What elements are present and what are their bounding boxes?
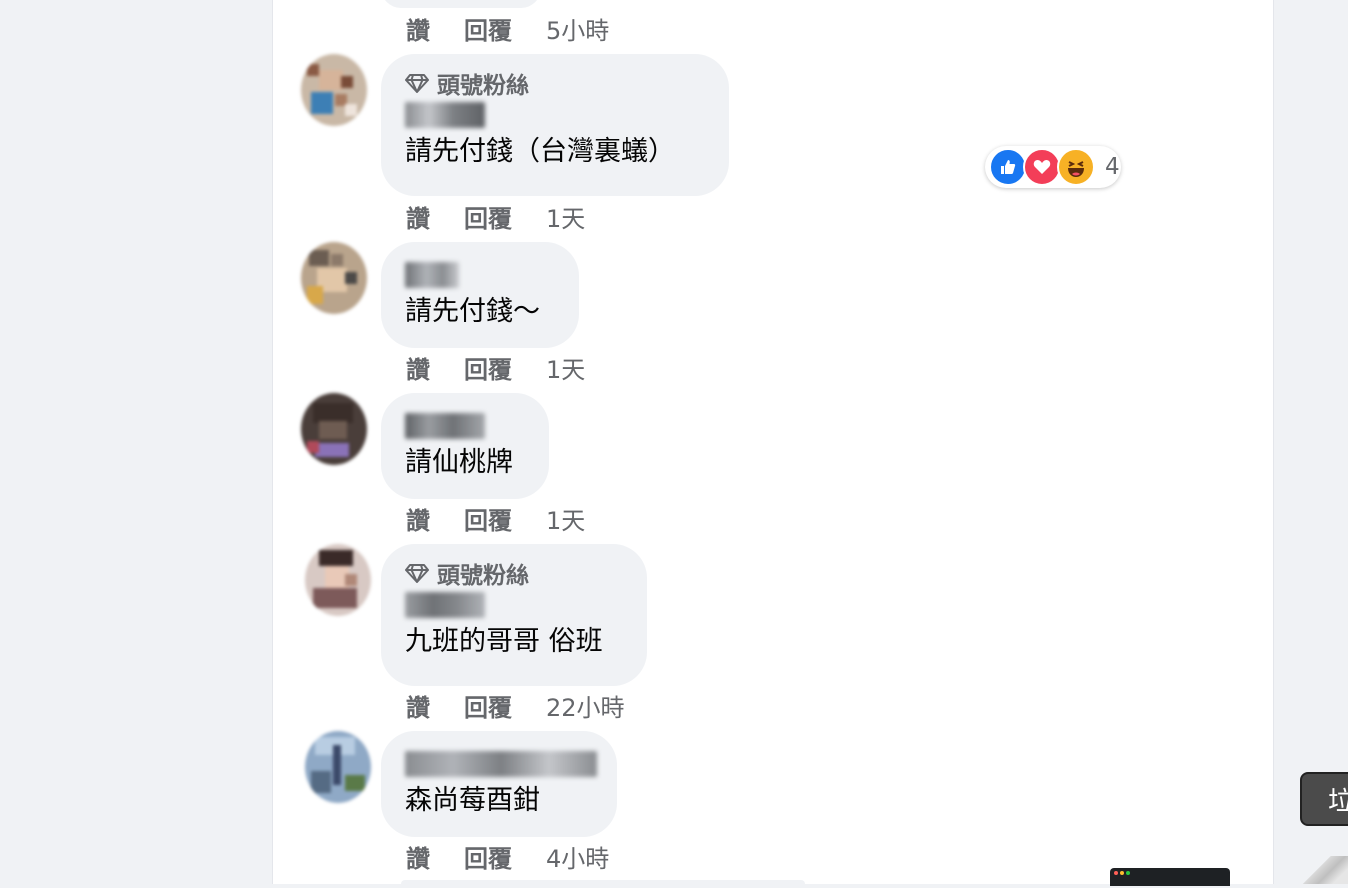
top-fan-label: 頭號粉絲 [437,563,529,589]
avatar[interactable] [305,544,371,616]
comment-text: 九班的哥哥 俗班 [405,626,603,657]
comment-bubble: 頭號粉絲 請先付錢（台灣裏蟻） [381,54,729,196]
comment-timestamp[interactable]: 4小時 [546,839,609,874]
top-fan-label: 頭號粉絲 [437,73,529,99]
author-name-redacted[interactable] [405,102,485,128]
comment-timestamp[interactable]: 22小時 [546,688,625,723]
comment-actions-previous: 讚 回覆 5小時 [406,14,609,45]
top-fan-badge: 頭號粉絲 [405,68,705,99]
like-button[interactable]: 讚 [406,501,430,536]
floating-button[interactable]: 垃 [1300,772,1348,826]
comments-panel: 讚 回覆 5小時 頭號粉絲 請先付錢（台灣裏蟻） 4 讚 回覆 1天 請先付錢～… [272,0,1274,888]
corner-decoration [1300,856,1348,884]
author-name-redacted[interactable] [405,262,459,288]
reply-button[interactable]: 回覆 [464,688,512,723]
reply-button[interactable]: 回覆 [464,350,512,385]
next-comment-bubble [401,880,805,888]
reply-button[interactable]: 回覆 [464,199,512,234]
comment-actions: 讚 回覆 1天 [406,353,585,384]
diamond-icon [405,564,429,583]
reply-button[interactable]: 回覆 [464,839,512,874]
like-button[interactable]: 讚 [406,199,430,234]
comment-bubble: 請仙桃牌 [381,393,549,499]
comment-actions: 讚 回覆 4小時 [406,842,609,873]
comment-text: 森尚莓酉鉗 [405,785,540,816]
author-name-redacted[interactable] [405,592,485,618]
avatar[interactable] [301,242,367,314]
love-icon [1023,148,1061,186]
comment-actions: 讚 回覆 1天 [406,202,585,233]
comment-text: 請先付錢～ [405,296,540,327]
mini-window-thumbnail[interactable] [1110,868,1230,886]
like-button[interactable]: 讚 [406,688,430,723]
reactions-summary[interactable]: 4 [985,146,1121,188]
avatar[interactable] [305,731,371,803]
floating-button-label: 垃 [1328,786,1348,817]
comment-text: 請仙桃牌 [405,447,513,478]
comment-bubble: 森尚莓酉鉗 [381,731,617,837]
comment-actions: 讚 回覆 22小時 [406,691,625,722]
comment-timestamp[interactable]: 1天 [546,350,585,385]
comment-bubble: 請先付錢～ [381,242,579,348]
comment-actions: 讚 回覆 1天 [406,504,585,535]
author-name-redacted[interactable] [405,751,597,777]
top-fan-badge: 頭號粉絲 [405,558,623,589]
like-button[interactable]: 讚 [406,839,430,874]
comment-text: 請先付錢（台灣裏蟻） [405,136,675,167]
comment-timestamp[interactable]: 5小時 [546,11,609,46]
reply-button[interactable]: 回覆 [464,11,512,46]
avatar[interactable] [301,393,367,465]
avatar[interactable] [301,54,367,126]
reaction-count: 4 [1105,154,1120,180]
comment-bubble: 頭號粉絲 九班的哥哥 俗班 [381,544,647,686]
like-icon [989,148,1027,186]
reply-button[interactable]: 回覆 [464,501,512,536]
comment-timestamp[interactable]: 1天 [546,501,585,536]
haha-icon [1057,148,1095,186]
like-button[interactable]: 讚 [406,350,430,385]
previous-comment-bubble [381,0,541,8]
like-button[interactable]: 讚 [406,11,430,46]
comment-timestamp[interactable]: 1天 [546,199,585,234]
diamond-icon [405,74,429,93]
author-name-redacted[interactable] [405,413,485,439]
